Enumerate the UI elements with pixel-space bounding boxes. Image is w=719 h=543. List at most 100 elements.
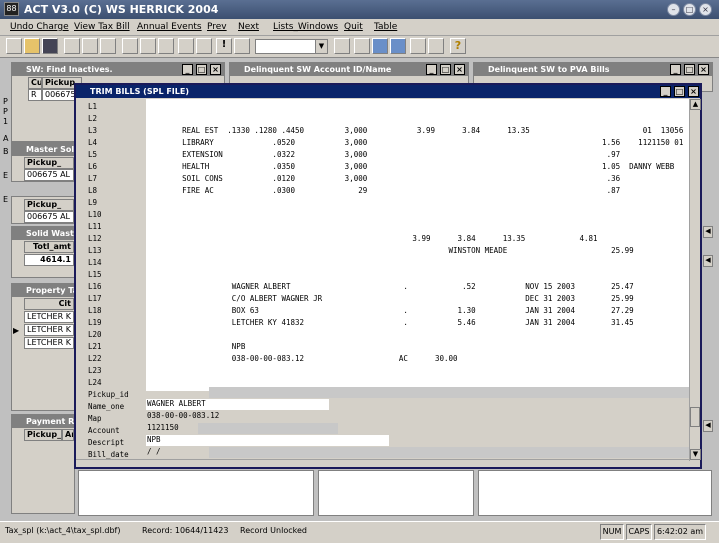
trim-bills-window[interactable]: TRIM BILLS (SPL FILE) _ □ × L1 L2 L3 L4 … xyxy=(74,83,702,469)
map-field[interactable]: 038-00-00-083.12 xyxy=(146,411,221,422)
line-label: L9 xyxy=(88,198,98,207)
new-icon[interactable] xyxy=(6,38,22,54)
menu-annual-events[interactable]: Annual Events xyxy=(137,22,202,32)
line-label: L17 xyxy=(88,294,102,303)
master-sol-title[interactable]: Master Soli xyxy=(12,143,74,156)
close-icon[interactable]: × xyxy=(699,3,712,16)
table-cell[interactable]: 006675 AL xyxy=(24,211,74,223)
col-header[interactable]: Pickup_ xyxy=(24,157,74,169)
undo-icon[interactable] xyxy=(178,38,194,54)
menu-prev[interactable]: Prev xyxy=(207,22,227,32)
bg-grid-window[interactable] xyxy=(318,470,474,516)
status-record: Record: 10644/11423 xyxy=(142,526,229,535)
col-header[interactable]: Ar xyxy=(62,429,74,441)
horizontal-scrollbar[interactable] xyxy=(76,459,689,467)
line-label: L13 xyxy=(88,246,102,255)
pickup-id-field[interactable] xyxy=(209,387,689,398)
report-area[interactable]: REAL EST .1330 .1280 .4450 3,000 3.99 3.… xyxy=(146,99,689,391)
app-icon[interactable]: 88 xyxy=(4,2,19,16)
redo-icon[interactable] xyxy=(196,38,212,54)
extra-window[interactable]: Pickup_ 006675 AL xyxy=(11,196,75,224)
minimize-icon[interactable]: _ xyxy=(670,64,681,75)
maximize-icon[interactable]: □ xyxy=(440,64,451,75)
form-icon[interactable] xyxy=(334,38,350,54)
browse-icon[interactable] xyxy=(354,38,370,54)
col-header[interactable]: Cu xyxy=(28,77,42,89)
col-header[interactable]: Pickup_id xyxy=(24,429,62,441)
report-line: 3.99 3.84 13.35 4.81 xyxy=(146,234,598,243)
bg-grid-window[interactable] xyxy=(78,470,314,516)
line-label: L22 xyxy=(88,354,102,363)
payment-window[interactable]: Payment Re Pickup_id Ar xyxy=(11,414,75,514)
menu-quit[interactable]: Quit xyxy=(344,22,363,32)
property-tax-window[interactable]: Property Ta Cit LETCHER K LETCHER K LETC… xyxy=(11,283,75,411)
scroll-left-icon[interactable]: ◀ xyxy=(703,420,713,432)
help-icon[interactable]: ? xyxy=(450,38,466,54)
spellcheck-icon[interactable] xyxy=(100,38,116,54)
close-icon[interactable]: × xyxy=(454,64,465,75)
table-cell[interactable]: LETCHER K xyxy=(24,311,74,323)
col-header[interactable]: Pickup_ xyxy=(24,199,74,211)
status-caps: CAPS xyxy=(626,524,652,540)
table-cell[interactable]: LETCHER K xyxy=(24,337,74,349)
table-cell[interactable]: R xyxy=(28,89,42,101)
col-header[interactable]: Totl_amt xyxy=(24,241,74,253)
report-icon[interactable] xyxy=(410,38,426,54)
scroll-thumb[interactable] xyxy=(690,407,700,427)
vertical-scrollbar[interactable]: ▲ ▼ xyxy=(689,99,701,461)
table-cell[interactable]: LETCHER K xyxy=(24,324,74,336)
table-cell[interactable]: 006675 AL xyxy=(24,169,74,181)
exclaim-icon[interactable]: ! xyxy=(216,38,232,54)
menu-undo-charge[interactable]: Undo Charge xyxy=(10,22,69,32)
locate-icon[interactable] xyxy=(372,38,388,54)
print-icon[interactable] xyxy=(64,38,80,54)
minimize-icon[interactable]: – xyxy=(667,3,680,16)
toolbar-combo[interactable]: ▼ xyxy=(255,39,328,54)
edit-icon[interactable] xyxy=(234,38,250,54)
status-lock: Record Unlocked xyxy=(240,526,307,535)
menu-lists-windows[interactable]: Lists_Windows xyxy=(273,22,338,32)
scroll-left-icon[interactable]: ◀ xyxy=(703,255,713,267)
menu-next[interactable]: Next xyxy=(238,22,259,32)
minimize-icon[interactable]: _ xyxy=(426,64,437,75)
label-icon[interactable] xyxy=(428,38,444,54)
bill-date-field[interactable]: / / xyxy=(146,447,210,458)
maximize-icon[interactable]: □ xyxy=(683,3,696,16)
close-icon[interactable]: × xyxy=(210,64,221,75)
maximize-icon[interactable]: □ xyxy=(684,64,695,75)
col-header[interactable]: Cit xyxy=(24,298,74,310)
scroll-down-icon[interactable]: ▼ xyxy=(690,449,701,460)
menu-table[interactable]: Table xyxy=(374,22,397,32)
property-tax-title[interactable]: Property Ta xyxy=(12,284,74,297)
find-icon[interactable] xyxy=(390,38,406,54)
trim-bills-title[interactable]: TRIM BILLS (SPL FILE) xyxy=(76,85,700,98)
minimize-icon[interactable]: _ xyxy=(182,64,193,75)
report-line: BOX 63 . 1.30 JAN 31 2004 27.29 xyxy=(146,306,634,315)
save-icon[interactable] xyxy=(42,38,58,54)
close-icon[interactable]: × xyxy=(688,86,699,97)
line-label: L2 xyxy=(88,114,98,123)
solid-waste-title[interactable]: Solid Waste xyxy=(12,227,74,240)
copy-icon[interactable] xyxy=(140,38,156,54)
descript-field[interactable]: NPB xyxy=(146,435,389,446)
master-sol-window[interactable]: Master Soli Pickup_ 006675 AL xyxy=(11,142,75,182)
open-icon[interactable] xyxy=(24,38,40,54)
chevron-down-icon[interactable]: ▼ xyxy=(315,40,327,53)
payment-title[interactable]: Payment Re xyxy=(12,415,74,428)
paste-icon[interactable] xyxy=(158,38,174,54)
scroll-left-icon[interactable]: ◀ xyxy=(703,226,713,238)
bg-grid-window[interactable] xyxy=(478,470,712,516)
maximize-icon[interactable]: □ xyxy=(196,64,207,75)
solid-waste-window[interactable]: Solid Waste Totl_amt 4614.1 xyxy=(11,226,75,278)
scroll-up-icon[interactable]: ▲ xyxy=(690,99,701,110)
account-field[interactable]: 1121150 xyxy=(146,423,198,434)
close-icon[interactable]: × xyxy=(698,64,709,75)
preview-icon[interactable] xyxy=(82,38,98,54)
menu-view-tax-bill[interactable]: View Tax Bill xyxy=(74,22,130,32)
cut-icon[interactable] xyxy=(122,38,138,54)
maximize-icon[interactable]: □ xyxy=(674,86,685,97)
table-cell[interactable]: 4614.1 xyxy=(24,254,74,266)
minimize-icon[interactable]: _ xyxy=(660,86,671,97)
report-line: LETCHER KY 41832 . 5.46 JAN 31 2004 31.4… xyxy=(146,318,634,327)
name-one-field[interactable]: WAGNER ALBERT xyxy=(146,399,329,410)
